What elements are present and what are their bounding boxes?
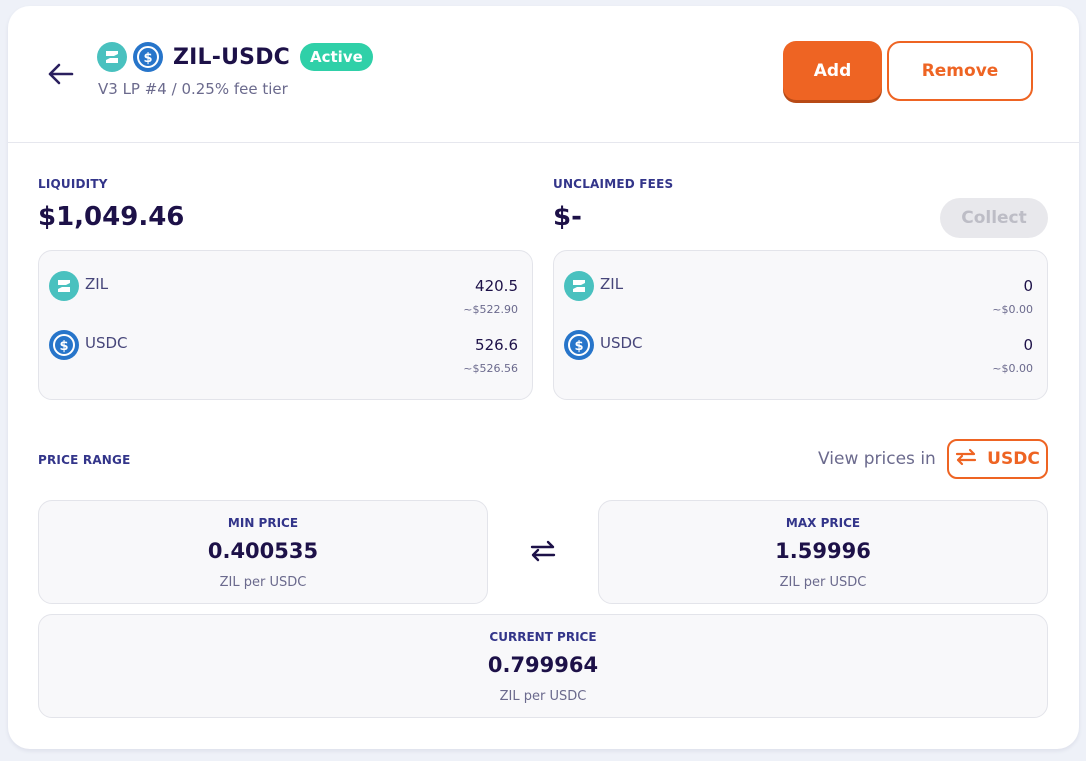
min-price-unit: ZIL per USDC <box>219 575 307 590</box>
usdc-icon: $ <box>49 330 79 360</box>
list-item: $ USDC 526.6 ~$526.56 <box>49 330 518 380</box>
token-amount: 420.5 <box>475 277 518 295</box>
title-row: $ ZIL-USDC Active <box>97 42 373 72</box>
back-button[interactable] <box>44 58 76 90</box>
swap-price-direction-button[interactable] <box>528 539 558 563</box>
min-price-label: MIN PRICE <box>227 516 299 530</box>
pair-title: ZIL-USDC <box>173 44 291 70</box>
current-price-box: CURRENT PRICE 0.799964 ZIL per USDC <box>38 614 1048 718</box>
token-symbol: USDC <box>600 334 643 352</box>
position-subtitle: V3 LP #4 / 0.25% fee tier <box>98 80 288 98</box>
list-item: $ USDC 0 ~$0.00 <box>564 330 1033 380</box>
position-card: $ ZIL-USDC Active V3 LP #4 / 0.25% fee t… <box>8 6 1079 749</box>
liquidity-token-box: ZIL 420.5 ~$522.90 $ USDC 526.6 ~$526.56 <box>38 250 533 400</box>
min-price-value: 0.400535 <box>207 539 319 563</box>
swap-arrows-icon <box>530 540 556 562</box>
token-amount: 0 <box>1023 336 1033 354</box>
unclaimed-fees-value: $- <box>553 202 582 232</box>
usdc-icon: $ <box>564 330 594 360</box>
min-price-box: MIN PRICE 0.400535 ZIL per USDC <box>38 500 488 604</box>
token-amount: 0 <box>1023 277 1033 295</box>
max-price-value: 1.59996 <box>775 539 871 563</box>
token-symbol: USDC <box>85 334 128 352</box>
token-amount: 526.6 <box>475 336 518 354</box>
zil-icon <box>564 271 594 301</box>
price-range-label: PRICE RANGE <box>38 453 131 467</box>
token-usd-value: ~$526.56 <box>463 362 518 375</box>
svg-text:$: $ <box>59 339 68 354</box>
token-symbol: ZIL <box>600 275 624 293</box>
max-price-box: MAX PRICE 1.59996 ZIL per USDC <box>598 500 1048 604</box>
list-item: ZIL 420.5 ~$522.90 <box>49 271 518 321</box>
token-usd-value: ~$0.00 <box>992 303 1033 316</box>
unclaimed-fees-label: UNCLAIMED FEES <box>553 177 674 191</box>
current-price-value: 0.799964 <box>487 653 599 677</box>
liquidity-value: $1,049.46 <box>38 202 185 232</box>
swap-arrows-icon <box>955 448 977 471</box>
token-symbol: ZIL <box>85 275 109 293</box>
zil-icon <box>97 42 127 72</box>
status-badge: Active <box>300 43 373 71</box>
back-arrow-icon <box>48 63 74 85</box>
usdc-icon: $ <box>133 42 163 72</box>
svg-text:$: $ <box>143 51 152 66</box>
position-header: $ ZIL-USDC Active V3 LP #4 / 0.25% fee t… <box>8 6 1079 143</box>
fees-token-box: ZIL 0 ~$0.00 $ USDC 0 ~$0.00 <box>553 250 1048 400</box>
current-price-label: CURRENT PRICE <box>489 630 597 644</box>
current-price-unit: ZIL per USDC <box>499 689 587 704</box>
price-unit-toggle-button[interactable]: USDC <box>947 439 1048 479</box>
price-unit-label: USDC <box>987 449 1040 469</box>
max-price-unit: ZIL per USDC <box>779 575 867 590</box>
max-price-label: MAX PRICE <box>785 516 861 530</box>
add-button[interactable]: Add <box>783 41 882 100</box>
liquidity-label: LIQUIDITY <box>38 177 108 191</box>
svg-text:$: $ <box>574 339 583 354</box>
token-usd-value: ~$0.00 <box>992 362 1033 375</box>
remove-button[interactable]: Remove <box>887 41 1033 101</box>
token-usd-value: ~$522.90 <box>463 303 518 316</box>
list-item: ZIL 0 ~$0.00 <box>564 271 1033 321</box>
view-prices-label: View prices in <box>818 449 936 469</box>
collect-button[interactable]: Collect <box>940 198 1048 238</box>
zil-icon <box>49 271 79 301</box>
